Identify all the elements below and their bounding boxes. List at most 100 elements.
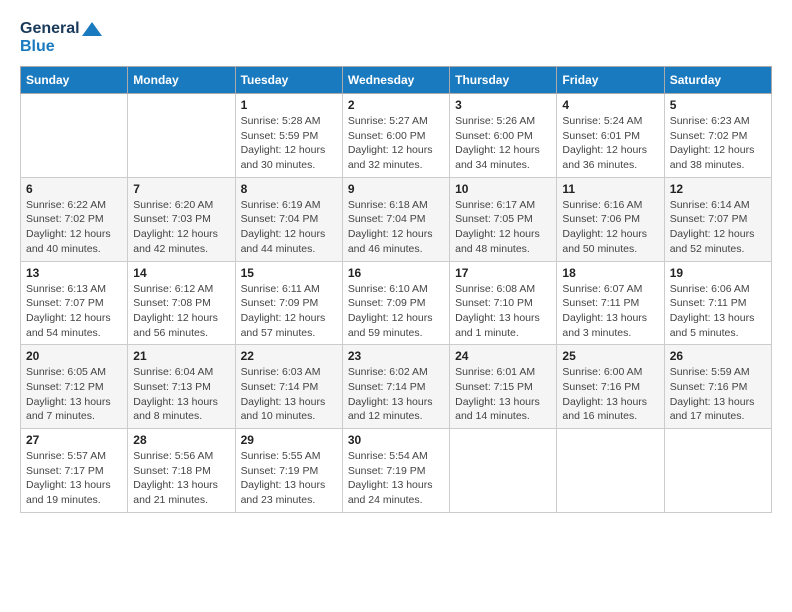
day-info: Sunrise: 5:26 AM Sunset: 6:00 PM Dayligh… (455, 114, 551, 173)
calendar-cell (21, 94, 128, 178)
day-number: 3 (455, 98, 551, 112)
day-info: Sunrise: 6:00 AM Sunset: 7:16 PM Dayligh… (562, 365, 658, 424)
day-info: Sunrise: 6:06 AM Sunset: 7:11 PM Dayligh… (670, 282, 766, 341)
calendar-week-row: 20 Sunrise: 6:05 AM Sunset: 7:12 PM Dayli… (21, 345, 772, 429)
day-number: 20 (26, 349, 122, 363)
calendar-cell: 1 Sunrise: 5:28 AM Sunset: 5:59 PM Daylig… (235, 94, 342, 178)
day-info: Sunrise: 5:57 AM Sunset: 7:17 PM Dayligh… (26, 449, 122, 508)
calendar-cell: 6 Sunrise: 6:22 AM Sunset: 7:02 PM Daylig… (21, 177, 128, 261)
day-info: Sunrise: 6:11 AM Sunset: 7:09 PM Dayligh… (241, 282, 337, 341)
calendar-cell: 9 Sunrise: 6:18 AM Sunset: 7:04 PM Daylig… (342, 177, 449, 261)
calendar-cell (450, 429, 557, 513)
day-number: 26 (670, 349, 766, 363)
day-info: Sunrise: 6:04 AM Sunset: 7:13 PM Dayligh… (133, 365, 229, 424)
day-info: Sunrise: 6:14 AM Sunset: 7:07 PM Dayligh… (670, 198, 766, 257)
weekday-header-sunday: Sunday (21, 67, 128, 94)
day-info: Sunrise: 6:18 AM Sunset: 7:04 PM Dayligh… (348, 198, 444, 257)
day-number: 10 (455, 182, 551, 196)
day-info: Sunrise: 6:22 AM Sunset: 7:02 PM Dayligh… (26, 198, 122, 257)
calendar-cell: 23Sunrise: 6:02 AM Sunset: 7:14 PM Dayli… (342, 345, 449, 429)
calendar-cell: 29 Sunrise: 5:55 AM Sunset: 7:19 PM Dayli… (235, 429, 342, 513)
day-number: 19 (670, 266, 766, 280)
day-number: 23 (348, 349, 444, 363)
weekday-header-wednesday: Wednesday (342, 67, 449, 94)
logo: General Blue (20, 20, 102, 56)
calendar-cell: 28 Sunrise: 5:56 AM Sunset: 7:18 PM Dayli… (128, 429, 235, 513)
day-number: 28 (133, 433, 229, 447)
day-info: Sunrise: 6:17 AM Sunset: 7:05 PM Dayligh… (455, 198, 551, 257)
day-info: Sunrise: 5:28 AM Sunset: 5:59 PM Dayligh… (241, 114, 337, 173)
logo-icon (82, 22, 102, 36)
calendar-cell: 12 Sunrise: 6:14 AM Sunset: 7:07 PM Dayli… (664, 177, 771, 261)
calendar-cell: 8Sunrise: 6:19 AM Sunset: 7:04 PM Daylig… (235, 177, 342, 261)
calendar-cell: 10 Sunrise: 6:17 AM Sunset: 7:05 PM Dayli… (450, 177, 557, 261)
calendar-week-row: 1 Sunrise: 5:28 AM Sunset: 5:59 PM Daylig… (21, 94, 772, 178)
calendar-cell: 26Sunrise: 5:59 AM Sunset: 7:16 PM Dayli… (664, 345, 771, 429)
calendar-cell: 19 Sunrise: 6:06 AM Sunset: 7:11 PM Dayli… (664, 261, 771, 345)
calendar-cell: 4 Sunrise: 5:24 AM Sunset: 6:01 PM Daylig… (557, 94, 664, 178)
day-info: Sunrise: 5:56 AM Sunset: 7:18 PM Dayligh… (133, 449, 229, 508)
logo-general: General (20, 20, 80, 38)
day-number: 27 (26, 433, 122, 447)
day-number: 12 (670, 182, 766, 196)
calendar-table: SundayMondayTuesdayWednesdayThursdayFrid… (20, 66, 772, 513)
day-info: Sunrise: 6:16 AM Sunset: 7:06 PM Dayligh… (562, 198, 658, 257)
day-number: 24 (455, 349, 551, 363)
day-info: Sunrise: 6:10 AM Sunset: 7:09 PM Dayligh… (348, 282, 444, 341)
calendar-cell: 21 Sunrise: 6:04 AM Sunset: 7:13 PM Dayli… (128, 345, 235, 429)
calendar-cell: 13 Sunrise: 6:13 AM Sunset: 7:07 PM Dayli… (21, 261, 128, 345)
day-info: Sunrise: 5:55 AM Sunset: 7:19 PM Dayligh… (241, 449, 337, 508)
day-number: 22 (241, 349, 337, 363)
calendar-cell: 3 Sunrise: 5:26 AM Sunset: 6:00 PM Daylig… (450, 94, 557, 178)
day-number: 17 (455, 266, 551, 280)
day-number: 6 (26, 182, 122, 196)
day-info: Sunrise: 5:27 AM Sunset: 6:00 PM Dayligh… (348, 114, 444, 173)
day-number: 18 (562, 266, 658, 280)
day-info: Sunrise: 6:12 AM Sunset: 7:08 PM Dayligh… (133, 282, 229, 341)
calendar-cell: 5 Sunrise: 6:23 AM Sunset: 7:02 PM Daylig… (664, 94, 771, 178)
calendar-cell (557, 429, 664, 513)
day-number: 13 (26, 266, 122, 280)
day-info: Sunrise: 6:23 AM Sunset: 7:02 PM Dayligh… (670, 114, 766, 173)
weekday-header-friday: Friday (557, 67, 664, 94)
weekday-header-thursday: Thursday (450, 67, 557, 94)
day-info: Sunrise: 6:08 AM Sunset: 7:10 PM Dayligh… (455, 282, 551, 341)
calendar-cell: 15 Sunrise: 6:11 AM Sunset: 7:09 PM Dayli… (235, 261, 342, 345)
day-info: Sunrise: 6:05 AM Sunset: 7:12 PM Dayligh… (26, 365, 122, 424)
calendar-cell: 25 Sunrise: 6:00 AM Sunset: 7:16 PM Dayli… (557, 345, 664, 429)
weekday-header-monday: Monday (128, 67, 235, 94)
logo-blue-text: Blue (20, 38, 55, 56)
day-info: Sunrise: 6:01 AM Sunset: 7:15 PM Dayligh… (455, 365, 551, 424)
calendar-cell: 7 Sunrise: 6:20 AM Sunset: 7:03 PM Daylig… (128, 177, 235, 261)
day-number: 11 (562, 182, 658, 196)
calendar-cell: 18 Sunrise: 6:07 AM Sunset: 7:11 PM Dayli… (557, 261, 664, 345)
day-info: Sunrise: 6:20 AM Sunset: 7:03 PM Dayligh… (133, 198, 229, 257)
day-info: Sunrise: 6:13 AM Sunset: 7:07 PM Dayligh… (26, 282, 122, 341)
weekday-header-saturday: Saturday (664, 67, 771, 94)
day-number: 7 (133, 182, 229, 196)
day-number: 1 (241, 98, 337, 112)
day-number: 21 (133, 349, 229, 363)
weekday-header-tuesday: Tuesday (235, 67, 342, 94)
calendar-cell: 14Sunrise: 6:12 AM Sunset: 7:08 PM Dayli… (128, 261, 235, 345)
day-info: Sunrise: 6:19 AM Sunset: 7:04 PM Dayligh… (241, 198, 337, 257)
calendar-cell: 24 Sunrise: 6:01 AM Sunset: 7:15 PM Dayli… (450, 345, 557, 429)
page-header: General Blue (20, 20, 772, 56)
day-number: 9 (348, 182, 444, 196)
calendar-cell: 16Sunrise: 6:10 AM Sunset: 7:09 PM Dayli… (342, 261, 449, 345)
day-info: Sunrise: 5:54 AM Sunset: 7:19 PM Dayligh… (348, 449, 444, 508)
day-number: 25 (562, 349, 658, 363)
day-number: 29 (241, 433, 337, 447)
calendar-week-row: 13 Sunrise: 6:13 AM Sunset: 7:07 PM Dayli… (21, 261, 772, 345)
calendar-week-row: 6 Sunrise: 6:22 AM Sunset: 7:02 PM Daylig… (21, 177, 772, 261)
calendar-cell: 17 Sunrise: 6:08 AM Sunset: 7:10 PM Dayli… (450, 261, 557, 345)
day-number: 5 (670, 98, 766, 112)
calendar-cell: 2Sunrise: 5:27 AM Sunset: 6:00 PM Daylig… (342, 94, 449, 178)
day-info: Sunrise: 6:07 AM Sunset: 7:11 PM Dayligh… (562, 282, 658, 341)
day-number: 15 (241, 266, 337, 280)
day-number: 4 (562, 98, 658, 112)
calendar-cell: 20 Sunrise: 6:05 AM Sunset: 7:12 PM Dayli… (21, 345, 128, 429)
day-info: Sunrise: 6:03 AM Sunset: 7:14 PM Dayligh… (241, 365, 337, 424)
day-info: Sunrise: 5:24 AM Sunset: 6:01 PM Dayligh… (562, 114, 658, 173)
calendar-week-row: 27 Sunrise: 5:57 AM Sunset: 7:17 PM Dayli… (21, 429, 772, 513)
